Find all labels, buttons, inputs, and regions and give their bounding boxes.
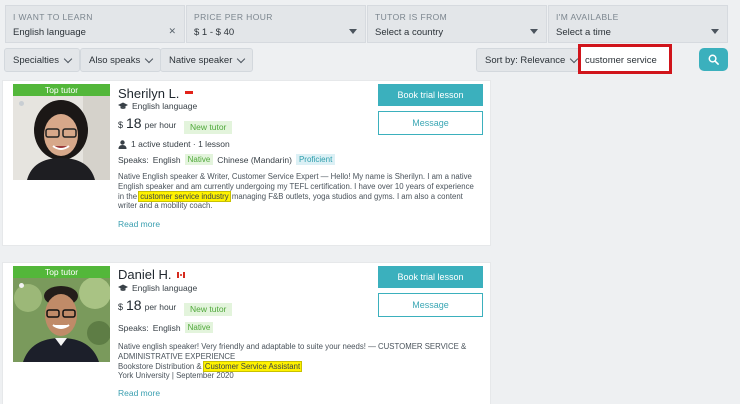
book-trial-button[interactable]: Book trial lesson <box>378 266 483 288</box>
specialties-dropdown[interactable]: Specialties <box>4 48 80 72</box>
also-speaks-dropdown[interactable]: Also speaks <box>80 48 162 72</box>
tutor-photo <box>13 96 110 180</box>
description-education: York University | September 2020 <box>118 371 234 381</box>
speaks-row: Speaks: English Native Chinese (Mandarin… <box>118 154 336 165</box>
country-filter-value: Select a country <box>375 27 444 38</box>
specialties-label: Specialties <box>13 54 59 66</box>
caret-down-icon <box>349 26 357 36</box>
activity-text: 1 active student · 1 lesson <box>131 139 230 149</box>
flag-singapore-icon <box>185 90 194 97</box>
search-match-highlight: Customer Service Assistant <box>203 361 302 371</box>
read-more-link[interactable]: Read more <box>118 388 160 398</box>
top-tutor-badge: Top tutor <box>13 266 110 278</box>
search-input[interactable] <box>585 52 667 68</box>
sort-label: Sort by: Relevance <box>485 54 566 66</box>
top-tutor-badge: Top tutor <box>13 84 110 96</box>
language-2: Chinese (Mandarin) <box>217 154 292 165</box>
chevron-down-icon <box>144 54 154 63</box>
search-button[interactable] <box>699 48 728 71</box>
availability-filter[interactable]: I'M AVAILABLE Select a time <box>548 5 728 43</box>
clear-icon[interactable]: ✕ <box>168 26 176 37</box>
read-more-link[interactable]: Read more <box>118 219 160 229</box>
description-text-cont: Bookstore Distribution & <box>118 361 202 371</box>
availability-filter-label: I'M AVAILABLE <box>556 12 619 22</box>
learn-filter[interactable]: I WANT TO LEARN English language ✕ <box>5 5 185 43</box>
filter-bar: I WANT TO LEARN English language ✕ PRICE… <box>0 0 740 78</box>
online-status-dot <box>19 283 24 288</box>
learn-filter-value: English language <box>13 27 86 38</box>
learn-filter-label: I WANT TO LEARN <box>13 12 93 22</box>
graduation-cap-icon <box>118 284 128 291</box>
description-line: Bookstore Distribution & Customer Servic… <box>118 361 478 372</box>
language-level-native: Native <box>184 154 214 165</box>
user-icon <box>118 139 127 149</box>
native-speaker-dropdown[interactable]: Native speaker <box>160 48 254 72</box>
tutor-description: Native English speaker & Writer, Custome… <box>118 172 478 211</box>
language-1: English <box>152 322 181 333</box>
tutor-name-text: Daniel H. <box>118 267 172 282</box>
currency: $ <box>118 120 124 130</box>
avatar[interactable] <box>13 96 110 180</box>
currency: $ <box>118 302 124 312</box>
activity-row: 1 active student · 1 lesson <box>118 139 230 149</box>
tutor-name[interactable]: Sherilyn L. <box>118 86 194 101</box>
price-value: 18 <box>126 297 142 313</box>
chevron-down-icon <box>237 54 246 63</box>
message-button[interactable]: Message <box>378 293 483 317</box>
price-value: 18 <box>126 115 142 131</box>
language-level-native: Native <box>184 322 214 333</box>
price-filter-label: PRICE PER HOUR <box>194 12 273 22</box>
country-filter-label: TUTOR IS FROM <box>375 12 448 22</box>
subject-row: English language <box>118 101 197 111</box>
price: $ 18 per hour <box>118 115 176 131</box>
price: $ 18 per hour <box>118 297 176 313</box>
graduation-cap-icon <box>118 102 128 109</box>
tutor-name-text: Sherilyn L. <box>118 86 180 101</box>
price-unit: per hour <box>144 120 177 130</box>
tutor-card: Top tutor Sherilyn L. English language $… <box>2 80 491 246</box>
speaks-label: Speaks: <box>118 154 149 165</box>
sort-dropdown[interactable]: Sort by: Relevance <box>476 48 587 72</box>
new-tutor-badge: New tutor <box>184 121 233 134</box>
native-speaker-label: Native speaker <box>169 54 233 66</box>
chevron-down-icon <box>63 54 73 63</box>
description-text: Native english speaker! Very friendly an… <box>118 342 467 361</box>
language-level-proficient: Proficient <box>295 154 336 165</box>
subject-text: English language <box>132 101 198 111</box>
book-trial-button[interactable]: Book trial lesson <box>378 84 483 106</box>
search-icon <box>708 54 719 65</box>
online-status-dot <box>19 101 24 106</box>
flag-canada-icon <box>177 271 186 278</box>
caret-down-icon <box>530 26 538 36</box>
subject-text: English language <box>132 283 198 293</box>
availability-filter-value: Select a time <box>556 27 611 38</box>
tutor-card: Top tutor Daniel H. English language $ 1… <box>2 262 491 404</box>
also-speaks-label: Also speaks <box>89 54 141 66</box>
price-unit: per hour <box>144 302 177 312</box>
speaks-label: Speaks: <box>118 322 149 333</box>
message-button[interactable]: Message <box>378 111 483 135</box>
tutor-name[interactable]: Daniel H. <box>118 267 186 282</box>
speaks-row: Speaks: English Native <box>118 322 214 333</box>
search-match-highlight: customer service industry <box>139 191 230 201</box>
new-tutor-badge: New tutor <box>184 303 233 316</box>
tutor-photo <box>13 278 110 362</box>
country-filter[interactable]: TUTOR IS FROM Select a country <box>367 5 547 43</box>
tutor-description: Native english speaker! Very friendly an… <box>118 342 478 381</box>
language-1: English <box>152 154 181 165</box>
subject-row: English language <box>118 283 197 293</box>
price-filter[interactable]: PRICE PER HOUR $ 1 - $ 40 <box>186 5 366 43</box>
price-filter-value: $ 1 - $ 40 <box>194 27 235 38</box>
search-box <box>578 44 672 74</box>
avatar[interactable] <box>13 278 110 362</box>
caret-down-icon <box>711 26 719 36</box>
